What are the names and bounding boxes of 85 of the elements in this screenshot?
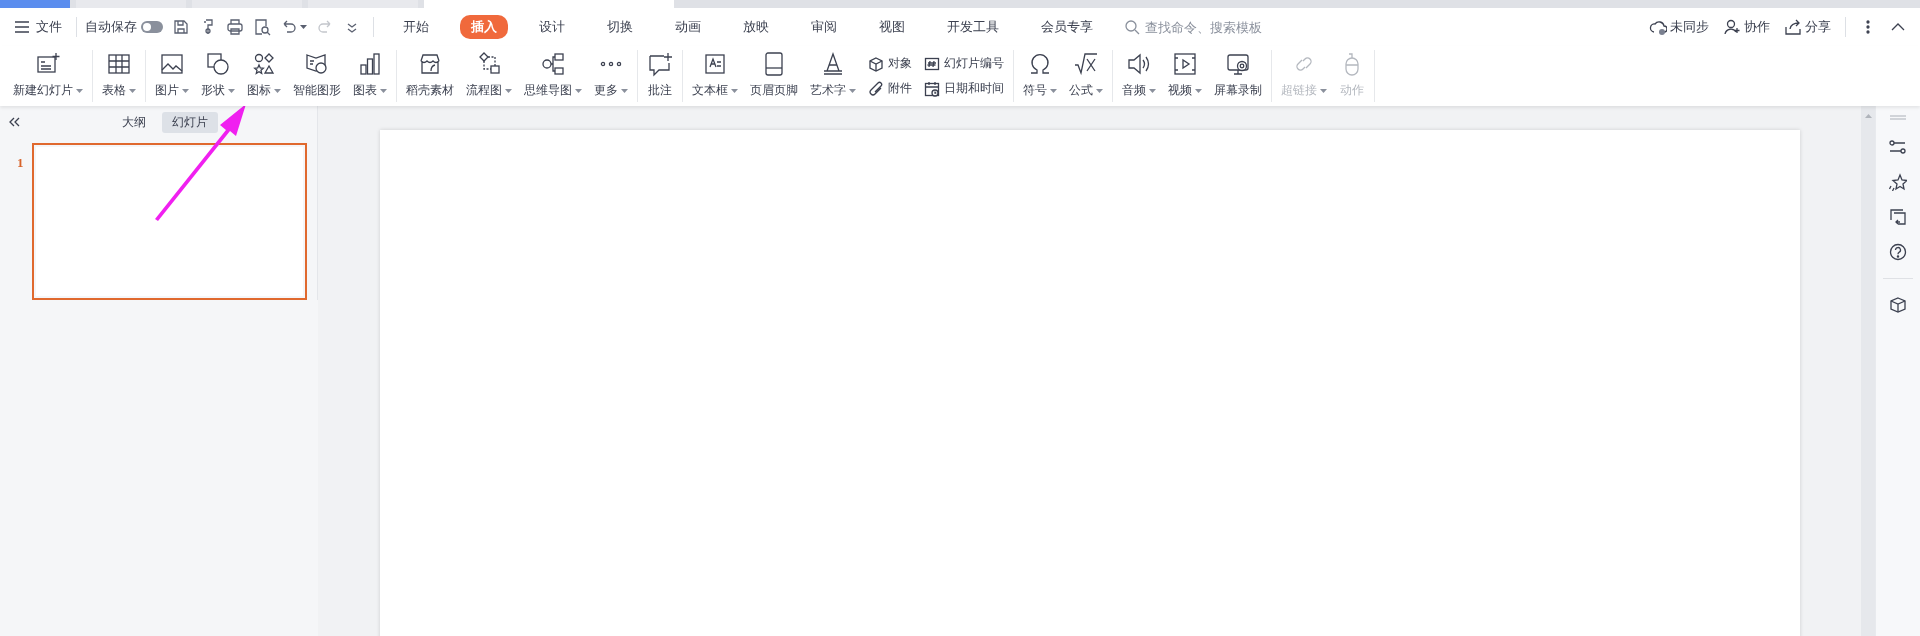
ribbon-button[interactable]: 符号 bbox=[1017, 49, 1063, 102]
comment-icon bbox=[647, 51, 673, 77]
browser-tab[interactable] bbox=[424, 0, 674, 8]
person-add-icon bbox=[1723, 18, 1741, 36]
mind-map-icon bbox=[540, 51, 566, 77]
autosave-toggle[interactable] bbox=[141, 21, 163, 33]
image-icon bbox=[159, 51, 185, 77]
browser-tab[interactable] bbox=[76, 0, 186, 8]
autosave-label: 自动保存 bbox=[85, 18, 137, 36]
view-tab[interactable]: 大纲 bbox=[112, 111, 156, 133]
video-icon bbox=[1172, 51, 1198, 77]
ribbon-tab[interactable]: 审阅 bbox=[800, 15, 848, 39]
window-arrow-icon bbox=[1889, 208, 1907, 226]
drag-handle-icon bbox=[1889, 114, 1907, 121]
view-tab[interactable]: 幻灯片 bbox=[162, 111, 218, 133]
collapse-panel-icon bbox=[8, 115, 22, 129]
ribbon-button[interactable]: 对象 bbox=[868, 55, 912, 72]
print-preview-icon bbox=[253, 18, 271, 36]
file-menu-button[interactable]: 文件 bbox=[12, 18, 68, 36]
ribbon-tab[interactable]: 开始 bbox=[392, 15, 440, 39]
toolbar-button[interactable]: 分享 bbox=[1784, 18, 1831, 36]
calendar-icon bbox=[924, 80, 940, 97]
shapes-icon bbox=[205, 51, 231, 77]
ribbon-button[interactable]: 形状 bbox=[195, 49, 241, 102]
save-icon bbox=[172, 18, 190, 36]
ribbon-tab[interactable]: 切换 bbox=[596, 15, 644, 39]
table-icon bbox=[106, 51, 132, 77]
ribbon-button[interactable]: 页眉页脚 bbox=[744, 49, 804, 102]
ribbon-tab[interactable]: 视图 bbox=[868, 15, 916, 39]
screen-record-icon bbox=[1225, 51, 1251, 77]
ribbon-button[interactable]: 稻壳素材 bbox=[400, 49, 460, 102]
sliders-icon bbox=[1889, 138, 1907, 156]
ribbon-button[interactable]: 更多 bbox=[588, 49, 634, 102]
help-icon bbox=[1889, 243, 1907, 261]
ribbon-button[interactable]: 视频 bbox=[1162, 49, 1208, 102]
more-icon bbox=[600, 61, 622, 67]
smart-graphic-icon bbox=[304, 51, 330, 77]
box-icon bbox=[1889, 296, 1907, 314]
ribbon-button[interactable]: 思维导图 bbox=[518, 49, 588, 102]
ribbon-button[interactable]: 艺术字 bbox=[804, 49, 862, 102]
store-icon bbox=[417, 51, 443, 77]
toolbar-button[interactable]: 协作 bbox=[1723, 18, 1770, 36]
search-icon bbox=[1124, 19, 1140, 35]
bar-chart-icon bbox=[357, 51, 383, 77]
ribbon-button[interactable]: 图片 bbox=[149, 49, 195, 102]
ribbon-button[interactable]: 幻灯片编号 bbox=[924, 55, 1004, 72]
square-root-icon bbox=[1073, 51, 1099, 77]
shapes-grid-icon bbox=[251, 51, 277, 77]
browser-tab[interactable] bbox=[0, 0, 70, 8]
hash-icon bbox=[924, 55, 940, 72]
ribbon-tab[interactable]: 设计 bbox=[528, 15, 576, 39]
star-icon bbox=[1889, 173, 1907, 191]
speaker-icon bbox=[1126, 51, 1152, 77]
share-icon bbox=[1784, 18, 1802, 36]
ribbon-button[interactable]: 智能图形 bbox=[287, 49, 347, 102]
ribbon-button[interactable]: 批注 bbox=[641, 49, 679, 102]
ribbon-tab[interactable]: 放映 bbox=[732, 15, 780, 39]
ribbon-button[interactable]: 公式 bbox=[1063, 49, 1109, 102]
ribbon-button[interactable]: 文本框 bbox=[686, 49, 744, 102]
toolbar-button[interactable]: 未同步 bbox=[1649, 18, 1709, 36]
ribbon-tab[interactable]: 开发工具 bbox=[936, 15, 1010, 39]
search-field[interactable]: 查找命令、搜索模板 bbox=[1124, 18, 1277, 36]
menu-icon bbox=[14, 19, 30, 35]
ribbon-button[interactable]: 新建幻灯片 bbox=[7, 49, 89, 102]
printer-icon bbox=[226, 18, 244, 36]
slide-thumbnail[interactable] bbox=[31, 143, 307, 300]
ribbon-button[interactable]: 附件 bbox=[868, 80, 912, 97]
ribbon-button[interactable]: 表格 bbox=[96, 49, 142, 102]
cloud-icon bbox=[1649, 18, 1667, 36]
cube-icon bbox=[868, 55, 884, 72]
paperclip-icon bbox=[868, 80, 884, 97]
text-box-icon bbox=[702, 51, 728, 77]
slide-number: 1 bbox=[17, 154, 24, 172]
ribbon-button[interactable]: 日期和时间 bbox=[924, 80, 1004, 97]
browser-tab[interactable] bbox=[192, 0, 302, 8]
ribbon-button[interactable]: 音频 bbox=[1116, 49, 1162, 102]
ribbon-button[interactable]: 屏幕录制 bbox=[1208, 49, 1268, 102]
dropdown-caret-icon bbox=[300, 25, 307, 29]
ribbon-button[interactable]: 图表 bbox=[347, 49, 393, 102]
scroll-up-icon[interactable] bbox=[1864, 114, 1872, 118]
ribbon-button[interactable]: 流程图 bbox=[460, 49, 518, 102]
browser-tab[interactable] bbox=[308, 0, 418, 8]
ribbon-tab[interactable]: 会员专享 bbox=[1030, 15, 1104, 39]
ribbon-button[interactable]: 图标 bbox=[241, 49, 287, 102]
ribbon-tab[interactable]: 动画 bbox=[664, 15, 712, 39]
